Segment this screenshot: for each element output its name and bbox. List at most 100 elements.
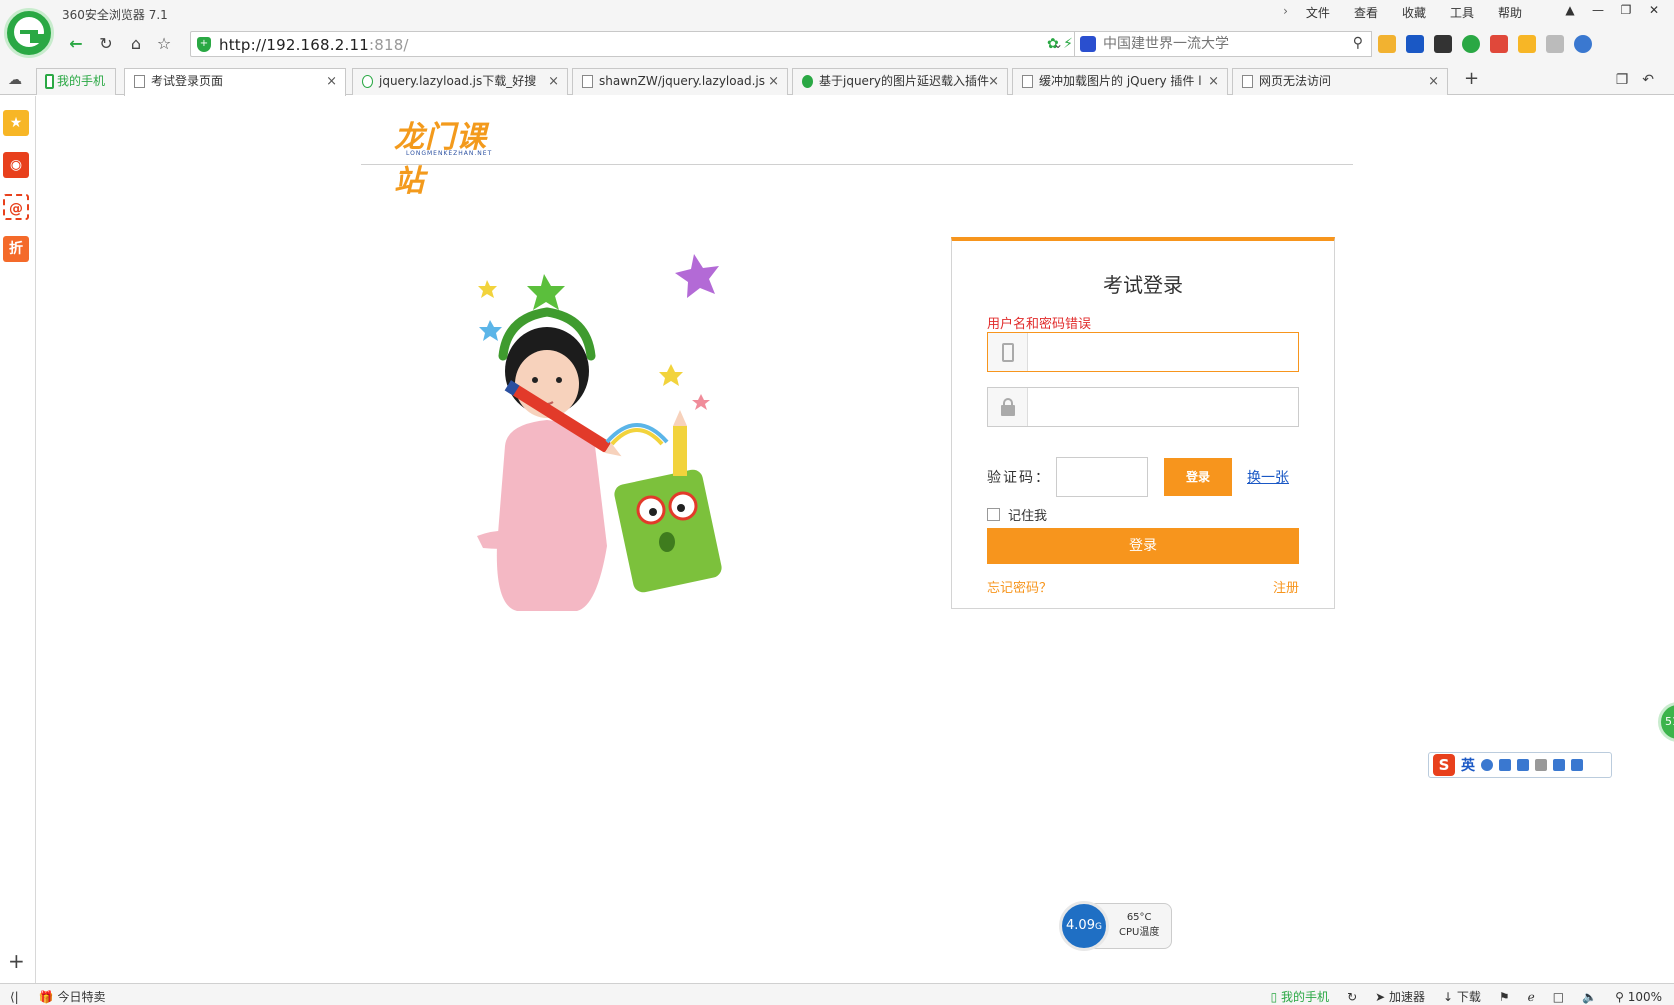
tab-lazyload-haosou[interactable]: jquery.lazyload.js下载_好搜 × bbox=[352, 68, 568, 95]
page-icon bbox=[582, 75, 593, 88]
favorite-star-button[interactable]: ☆ bbox=[150, 32, 178, 56]
logo-subtext: LONGMENKEZHAN.NET bbox=[406, 150, 493, 157]
translate-icon[interactable] bbox=[1406, 35, 1424, 53]
tab-exam-login[interactable]: 考试登录页面 × bbox=[124, 68, 346, 96]
tab-label: 考试登录页面 bbox=[151, 74, 224, 88]
status-bar: ⟨| 🎁 今日特卖 ▯ 我的手机 ↻ ➤ 加速器 ↓ 下载 ⚑ ℯ □ 🔈 ⚲ … bbox=[0, 983, 1674, 1005]
menu-favorites[interactable]: 收藏 bbox=[1390, 4, 1438, 21]
tab-label: shawnZW/jquery.lazyload.js bbox=[599, 74, 765, 88]
site-favicon-icon bbox=[802, 75, 813, 88]
search-input[interactable] bbox=[1103, 35, 1343, 53]
captcha-input[interactable] bbox=[1056, 457, 1148, 497]
new-tab-button[interactable]: + bbox=[1464, 68, 1479, 89]
qrcode-icon[interactable] bbox=[1434, 35, 1452, 53]
status-download[interactable]: ↓ 下载 bbox=[1443, 988, 1481, 1005]
window-icon[interactable]: □ bbox=[1553, 990, 1564, 1004]
remember-me[interactable]: 记住我 bbox=[987, 505, 1047, 524]
mail-at-icon[interactable]: @ bbox=[3, 194, 29, 220]
cpu-monitor-widget[interactable]: 4.09G 65°C CPU温度 bbox=[1059, 901, 1172, 951]
refresh-button[interactable]: ↻ bbox=[92, 32, 120, 56]
favorites-star-icon[interactable]: ★ bbox=[3, 110, 29, 136]
tab-close-icon[interactable]: × bbox=[1428, 69, 1439, 94]
menu-file[interactable]: 文件 bbox=[1294, 4, 1342, 21]
home-button[interactable]: ⌂ bbox=[122, 32, 150, 56]
register-link[interactable]: 注册 bbox=[1273, 577, 1299, 596]
search-favicon-icon bbox=[362, 75, 373, 88]
tab-my-phone[interactable]: 我的手机 bbox=[36, 68, 116, 95]
chevron-right-icon[interactable]: › bbox=[1283, 4, 1294, 21]
password-field[interactable] bbox=[987, 387, 1299, 427]
search-icon[interactable]: ⚲ bbox=[1353, 35, 1363, 51]
ie-mode-icon[interactable]: ℯ bbox=[1528, 990, 1535, 1004]
captcha-refresh-link[interactable]: 换一张 bbox=[1247, 467, 1289, 487]
tab-close-icon[interactable]: × bbox=[768, 69, 779, 94]
screenshot-icon[interactable] bbox=[1546, 35, 1564, 53]
tab-close-icon[interactable]: × bbox=[988, 69, 999, 94]
maximize-button[interactable]: ❐ bbox=[1612, 0, 1640, 22]
weibo-icon[interactable]: ◉ bbox=[3, 152, 29, 178]
tab-label: 缓冲加载图片的 jQuery 插件 l bbox=[1039, 74, 1202, 88]
tab-bar: ☁ 我的手机 考试登录页面 × jquery.lazyload.js下载_好搜 … bbox=[0, 62, 1674, 96]
pdf-icon[interactable] bbox=[1490, 35, 1508, 53]
status-accelerator[interactable]: ➤ 加速器 bbox=[1375, 988, 1425, 1005]
tab-bar-tools: ❐ ↶ bbox=[1616, 72, 1654, 88]
tab-close-icon[interactable]: × bbox=[548, 69, 559, 94]
zoom-level[interactable]: ⚲ 100% bbox=[1615, 990, 1662, 1004]
skin-icon[interactable]: ▲ bbox=[1556, 0, 1584, 22]
moon-icon[interactable] bbox=[1481, 759, 1493, 771]
password-input[interactable] bbox=[1032, 396, 1292, 418]
browser-logo-icon[interactable] bbox=[4, 8, 54, 58]
punctuation-icon[interactable] bbox=[1499, 759, 1511, 771]
cloud-icon[interactable]: ☁ bbox=[8, 72, 22, 88]
flag-icon[interactable]: ⚑ bbox=[1499, 990, 1510, 1004]
discount-icon[interactable]: 折 bbox=[3, 236, 29, 262]
refresh-status-icon[interactable]: ↻ bbox=[1347, 990, 1357, 1004]
tab-close-icon[interactable]: × bbox=[326, 69, 337, 94]
forgot-password-link[interactable]: 忘记密码？ bbox=[987, 577, 1052, 596]
tab-buffer-load[interactable]: 缓冲加载图片的 jQuery 插件 l × bbox=[1012, 68, 1228, 95]
keyboard-icon[interactable] bbox=[1517, 759, 1529, 771]
tab-close-icon[interactable]: × bbox=[1208, 69, 1219, 94]
add-sidebar-item-icon[interactable]: + bbox=[8, 949, 25, 973]
user-icon[interactable] bbox=[1535, 759, 1547, 771]
apps-icon[interactable] bbox=[1378, 35, 1396, 53]
search-box[interactable]: ⚲ bbox=[1074, 31, 1372, 57]
url-dropdown-chevron-icon[interactable]: ⌄ bbox=[1045, 31, 1071, 57]
minimize-button[interactable]: — bbox=[1584, 0, 1612, 22]
wrench-icon[interactable] bbox=[1571, 759, 1583, 771]
username-field[interactable] bbox=[987, 332, 1299, 372]
collapse-sidebar-icon[interactable]: ⟨| bbox=[10, 990, 19, 1004]
captcha-image[interactable]: 登录 bbox=[1164, 458, 1232, 496]
magnifier-icon[interactable] bbox=[1574, 35, 1592, 53]
volume-icon[interactable]: 🔈 bbox=[1582, 990, 1597, 1004]
sogou-ime-icon[interactable]: S bbox=[1433, 754, 1455, 776]
skin-shirt-icon[interactable] bbox=[1553, 759, 1565, 771]
close-window-button[interactable]: ✕ bbox=[1640, 0, 1668, 22]
cpu-temperature-label: CPU温度 bbox=[1119, 927, 1160, 938]
status-my-phone[interactable]: ▯ 我的手机 bbox=[1271, 988, 1329, 1005]
lock-icon bbox=[1001, 398, 1015, 416]
menu-help[interactable]: 帮助 bbox=[1486, 4, 1534, 21]
undo-close-icon[interactable]: ↶ bbox=[1642, 72, 1654, 88]
search-engine-icon[interactable] bbox=[1080, 36, 1096, 52]
url-path: :818/ bbox=[368, 36, 409, 54]
login-error-message: 用户名和密码错误 bbox=[987, 317, 1092, 332]
security-icon[interactable] bbox=[1462, 35, 1480, 53]
remember-checkbox[interactable] bbox=[987, 508, 1000, 521]
ime-language[interactable]: 英 bbox=[1461, 755, 1475, 775]
today-deals[interactable]: 🎁 今日特卖 bbox=[39, 988, 106, 1005]
site-logo[interactable]: 龙门课站 LONGMENKEZHAN.NET bbox=[394, 112, 504, 199]
tab-page-unreachable[interactable]: 网页无法访问 × bbox=[1232, 68, 1448, 95]
wallet-icon[interactable] bbox=[1518, 35, 1536, 53]
back-button[interactable]: ← bbox=[62, 32, 90, 56]
menu-view[interactable]: 查看 bbox=[1342, 4, 1390, 21]
star-icon bbox=[692, 394, 710, 410]
tab-jquery-delay[interactable]: 基于jquery的图片延迟载入插件 × bbox=[792, 68, 1008, 95]
tab-github-lazyload[interactable]: shawnZW/jquery.lazyload.js × bbox=[572, 68, 788, 95]
tab-list-icon[interactable]: ❐ bbox=[1616, 72, 1629, 88]
header-divider bbox=[361, 164, 1353, 165]
url-input[interactable]: + http://192.168.2.11:818/ ✿ ⚡ bbox=[190, 31, 1080, 57]
username-input[interactable] bbox=[1032, 341, 1292, 363]
login-button[interactable]: 登录 bbox=[987, 528, 1299, 564]
menu-tools[interactable]: 工具 bbox=[1438, 4, 1486, 21]
